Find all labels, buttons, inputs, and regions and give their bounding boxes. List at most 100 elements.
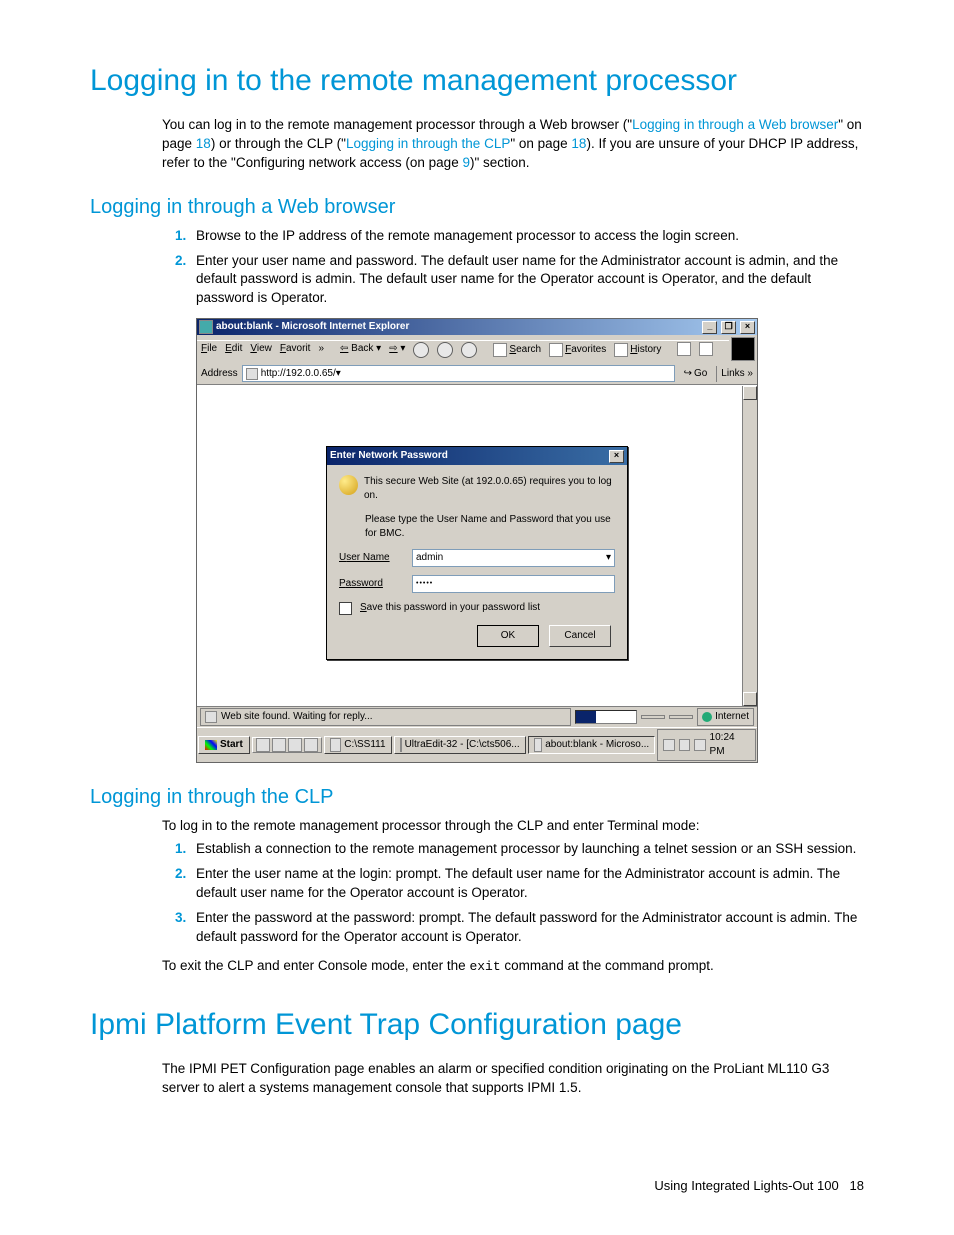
ql-icon[interactable]: [272, 738, 286, 752]
menu-file[interactable]: File: [201, 342, 217, 358]
exit-command: exit: [469, 959, 500, 974]
back-button[interactable]: ⇦ Back ▾: [340, 342, 381, 358]
link-page-18a[interactable]: 18: [196, 136, 211, 151]
ie-task-icon: [534, 738, 543, 752]
progress-bar: [575, 710, 637, 724]
auth-dialog: Enter Network Password × This secure Web…: [326, 446, 628, 660]
heading-login-remote: Logging in to the remote management proc…: [90, 60, 864, 102]
close-button[interactable]: ×: [740, 321, 755, 334]
page-footer: Using Integrated Lights-Out 100 18: [654, 1177, 864, 1195]
text: )" section.: [470, 155, 530, 170]
app-icon: [400, 738, 402, 752]
chevron-down-icon[interactable]: ▾: [606, 551, 611, 565]
task-ie[interactable]: about:blank - Microso...: [528, 736, 656, 754]
task-explorer[interactable]: C:\SS111: [324, 736, 392, 754]
link-login-clp[interactable]: Logging in through the CLP: [346, 136, 510, 151]
link-page-18b[interactable]: 18: [571, 136, 586, 151]
intro-paragraph: You can log in to the remote management …: [162, 116, 864, 173]
forward-button[interactable]: ⇨ ▾: [389, 342, 405, 358]
folder-icon: [330, 738, 341, 752]
address-dropdown-icon[interactable]: ▾: [336, 367, 341, 381]
ie-titlebar: about:blank - Microsoft Internet Explore…: [197, 319, 757, 335]
menu-more[interactable]: »: [318, 342, 324, 358]
clp-intro: To log in to the remote management proce…: [162, 817, 864, 836]
username-label: User Name: [339, 551, 404, 565]
clp-steps-list: Establish a connection to the remote man…: [162, 840, 864, 946]
auth-title-text: Enter Network Password: [330, 449, 448, 463]
heading-ipmi: Ipmi Platform Event Trap Configuration p…: [90, 1004, 864, 1046]
ie-window: about:blank - Microsoft Internet Explore…: [196, 318, 758, 763]
heading-login-web: Logging in through a Web browser: [90, 193, 864, 221]
tray-icon[interactable]: [679, 739, 690, 751]
list-item: Enter the password at the password: prom…: [190, 909, 864, 947]
clp-exit: To exit the CLP and enter Console mode, …: [162, 957, 864, 976]
text: " on page: [510, 136, 571, 151]
ql-icon[interactable]: [256, 738, 270, 752]
cancel-button[interactable]: Cancel: [549, 625, 611, 647]
tray-icon[interactable]: [694, 739, 705, 751]
tray-icon[interactable]: [663, 739, 674, 751]
menu-favorites[interactable]: Favorit: [280, 342, 311, 358]
save-password-label: Save this password in your password list: [360, 601, 540, 615]
ie-status-bar: Web site found. Waiting for reply... Int…: [197, 706, 757, 727]
link-page-9[interactable]: 9: [462, 155, 470, 170]
ie-menubar: File Edit View Favorit » ⇦ Back ▾ ⇨ ▾ Se…: [197, 340, 729, 359]
history-button[interactable]: History: [614, 342, 661, 358]
password-label: Password: [339, 577, 404, 591]
web-steps-list: Browse to the IP address of the remote m…: [162, 227, 864, 309]
globe-icon: [702, 712, 712, 722]
maximize-button[interactable]: ❐: [721, 321, 736, 334]
password-input[interactable]: •••••: [412, 575, 615, 593]
ql-icon[interactable]: [288, 738, 302, 752]
menu-view[interactable]: View: [250, 342, 272, 358]
minimize-button[interactable]: _: [702, 321, 717, 334]
history-icon: [614, 343, 628, 357]
ql-icon[interactable]: [304, 738, 318, 752]
key-icon: [339, 475, 358, 495]
ie-title-text: about:blank - Microsoft Internet Explore…: [216, 320, 409, 334]
taskbar: Start C:\SS111 UltraEdit-32 - [C:\cts506…: [197, 727, 757, 762]
page-icon: [246, 368, 258, 380]
list-item: Enter your user name and password. The d…: [190, 252, 864, 309]
link-login-web[interactable]: Logging in through a Web browser: [632, 117, 838, 132]
search-button[interactable]: Search: [493, 342, 541, 358]
auth-line1: This secure Web Site (at 192.0.0.65) req…: [364, 475, 615, 503]
system-tray: 10:24 PM: [657, 729, 756, 761]
username-input[interactable]: admin▾: [412, 549, 615, 567]
search-icon: [493, 343, 507, 357]
auth-line2: Please type the User Name and Password t…: [365, 513, 615, 541]
print-icon[interactable]: [699, 342, 713, 356]
stop-icon[interactable]: [413, 342, 429, 358]
status-text: Web site found. Waiting for reply...: [221, 710, 373, 724]
text: You can log in to the remote management …: [162, 117, 632, 132]
vertical-scrollbar[interactable]: [742, 386, 757, 706]
quick-launch: [252, 737, 322, 753]
clock: 10:24 PM: [710, 731, 750, 759]
address-label: Address: [201, 367, 238, 381]
ie-throbber-icon: [731, 337, 755, 361]
heading-login-clp: Logging in through the CLP: [90, 783, 864, 811]
menu-edit[interactable]: Edit: [225, 342, 242, 358]
mail-icon[interactable]: [677, 342, 691, 356]
zone-text: Internet: [715, 710, 749, 724]
start-button[interactable]: Start: [198, 736, 250, 754]
links-button[interactable]: Links »: [721, 367, 753, 381]
favorites-button[interactable]: Favorites: [549, 342, 606, 358]
list-item: Enter the user name at the login: prompt…: [190, 865, 864, 903]
save-password-checkbox[interactable]: [339, 602, 352, 615]
ok-button[interactable]: OK: [477, 625, 539, 647]
list-item: Browse to the IP address of the remote m…: [190, 227, 864, 246]
status-icon: [205, 711, 217, 723]
address-input[interactable]: http://192.0.0.65/ ▾: [242, 365, 675, 382]
task-ultraedit[interactable]: UltraEdit-32 - [C:\cts506...: [394, 736, 526, 754]
ie-content-area: Enter Network Password × This secure Web…: [197, 385, 757, 706]
favorites-icon: [549, 343, 563, 357]
refresh-icon[interactable]: [437, 342, 453, 358]
go-button[interactable]: ↪Go: [679, 366, 713, 382]
ipmi-text: The IPMI PET Configuration page enables …: [162, 1060, 864, 1098]
text: ) or through the CLP (": [211, 136, 346, 151]
auth-close-button[interactable]: ×: [609, 450, 624, 463]
home-icon[interactable]: [461, 342, 477, 358]
ie-icon: [199, 320, 213, 334]
ie-address-bar: Address http://192.0.0.65/ ▾ ↪Go Links »: [197, 363, 757, 385]
